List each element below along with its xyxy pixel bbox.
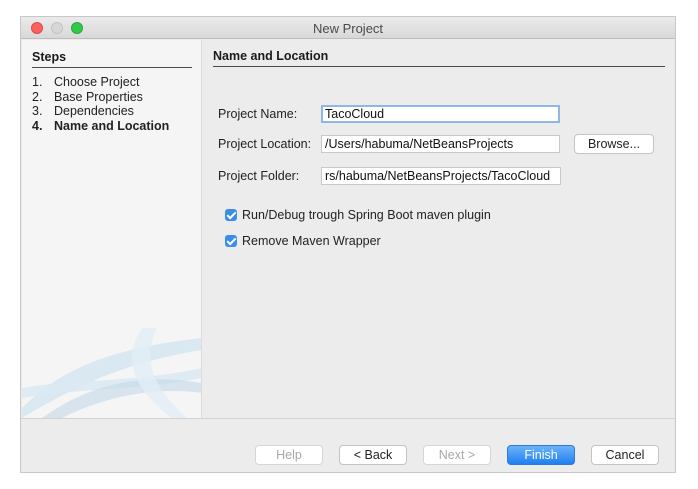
back-button[interactable]: < Back bbox=[339, 445, 407, 465]
finish-button[interactable]: Finish bbox=[507, 445, 575, 465]
title-bar: New Project bbox=[21, 17, 675, 39]
project-location-label: Project Location: bbox=[218, 137, 312, 151]
section-title: Name and Location bbox=[213, 49, 665, 67]
new-project-dialog: New Project Steps 1. Choose Project 2. Bas… bbox=[20, 16, 676, 473]
step-item-current: 4. Name and Location bbox=[32, 118, 170, 133]
decorative-wave-graphic bbox=[22, 328, 201, 418]
project-folder-label: Project Folder: bbox=[218, 169, 300, 183]
run-debug-checkbox[interactable] bbox=[225, 209, 237, 221]
window-title: New Project bbox=[312, 21, 384, 36]
name-location-panel: Name and Location Project Name: TacoClou… bbox=[211, 40, 667, 418]
project-name-label: Project Name: bbox=[218, 107, 298, 121]
steps-panel: Steps 1. Choose Project 2. Base Properties… bbox=[22, 40, 202, 418]
remove-wrapper-option[interactable]: Remove Maven Wrapper bbox=[225, 234, 381, 248]
step-item: 1. Choose Project bbox=[32, 75, 140, 89]
run-debug-label: Run/Debug trough Spring Boot maven plugi… bbox=[242, 208, 491, 222]
help-button[interactable]: Help bbox=[255, 445, 323, 465]
project-location-field[interactable]: /Users/habuma/NetBeansProjects bbox=[321, 135, 560, 153]
footer-divider bbox=[21, 418, 675, 419]
step-item: 2. Base Properties bbox=[32, 89, 143, 104]
project-name-field[interactable]: TacoCloud bbox=[321, 105, 560, 123]
remove-wrapper-label: Remove Maven Wrapper bbox=[242, 234, 381, 248]
steps-heading: Steps bbox=[32, 50, 192, 68]
browse-button[interactable]: Browse... bbox=[574, 134, 654, 154]
step-item: 3. Dependencies bbox=[32, 104, 134, 118]
run-debug-option[interactable]: Run/Debug trough Spring Boot maven plugi… bbox=[225, 208, 491, 222]
steps-list: 1. Choose Project 2. Base Properties 3. Dep… bbox=[32, 75, 169, 133]
remove-wrapper-checkbox[interactable] bbox=[225, 235, 237, 247]
next-button[interactable]: Next > bbox=[423, 445, 491, 465]
cancel-button[interactable]: Cancel bbox=[591, 445, 659, 465]
project-folder-field[interactable]: rs/habuma/NetBeansProjects/TacoCloud bbox=[321, 167, 561, 185]
